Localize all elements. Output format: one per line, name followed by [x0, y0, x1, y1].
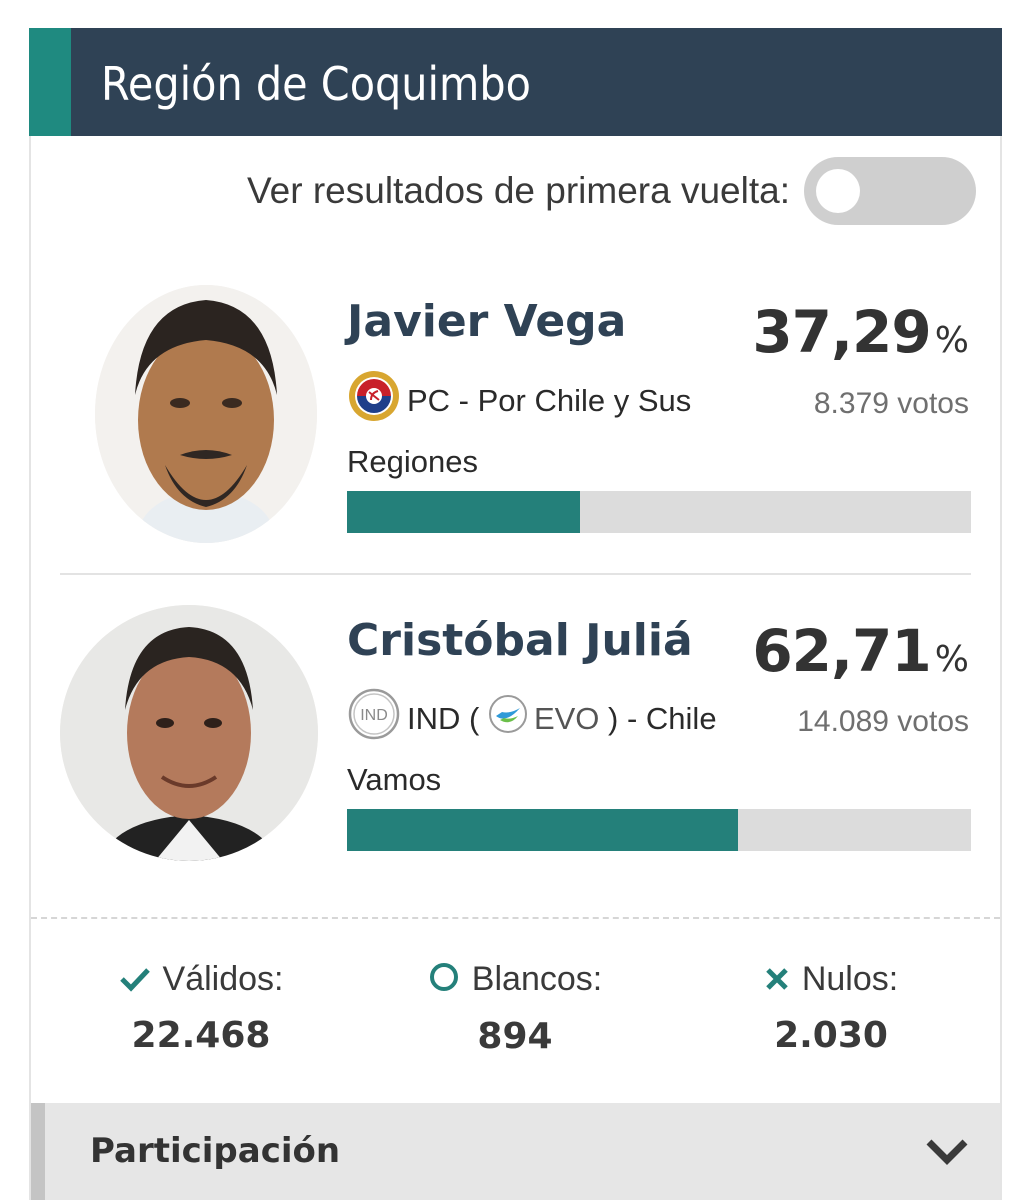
vote-share-fill: [347, 809, 739, 851]
participacion-accordion[interactable]: Participación: [31, 1103, 1000, 1200]
participacion-label: Participación: [90, 1131, 341, 1171]
candidate-name: Javier Vega: [347, 296, 627, 347]
ind-badge-icon: IND: [347, 687, 401, 755]
party-evo-label: EVO: [533, 701, 600, 737]
stat-value: 2.030: [774, 1014, 888, 1056]
header-accent: [29, 28, 71, 136]
chevron-down-icon[interactable]: [924, 1136, 970, 1171]
vote-share-bar: [347, 809, 971, 851]
party-prefix: IND (: [407, 701, 480, 737]
party-suffix: ) - Chile Vamos: [347, 701, 717, 797]
evo-party-icon: [488, 694, 528, 748]
stat-label: Blancos:: [471, 960, 603, 998]
candidate-percent: 37,29%: [752, 298, 969, 366]
pc-party-icon: [347, 369, 401, 437]
first-round-toggle-row: Ver resultados de primera vuelta:: [247, 157, 976, 225]
percent-value: 62,71: [752, 617, 931, 685]
first-round-toggle[interactable]: [804, 157, 976, 225]
candidate-party: PC - Por Chile y Sus Regiones: [347, 369, 747, 486]
candidate-name: Cristóbal Juliá: [347, 615, 693, 666]
first-round-toggle-label: Ver resultados de primera vuelta:: [247, 170, 790, 211]
candidate-votes: 8.379 votos: [813, 387, 969, 420]
region-title: Región de Coquimbo: [101, 57, 532, 111]
candidate-party: IND IND ( EVO ) - Chile Vamos: [347, 687, 747, 804]
vote-share-fill: [347, 491, 580, 533]
candidate-photo-cristobal-julia: [60, 605, 318, 861]
region-header: Región de Coquimbo: [29, 28, 1002, 136]
percent-sign: %: [934, 639, 969, 680]
candidate-divider: [60, 573, 971, 575]
stat-validos: Válidos: 22.468: [71, 960, 331, 1056]
stat-label: Válidos:: [162, 960, 284, 998]
percent-sign: %: [934, 320, 969, 361]
candidate-percent: 62,71%: [752, 617, 969, 685]
svg-text:IND: IND: [360, 707, 388, 724]
stat-value: 22.468: [131, 1014, 271, 1056]
check-icon: [119, 962, 151, 1001]
stat-value: 894: [477, 1015, 553, 1057]
stat-label: Nulos:: [801, 960, 899, 998]
stat-blancos: Blancos: 894: [385, 960, 645, 1057]
toggle-knob: [816, 169, 860, 213]
stats-divider: [31, 917, 1000, 919]
circle-icon: [428, 961, 460, 1002]
stat-nulos: Nulos: 2.030: [701, 960, 961, 1056]
percent-value: 37,29: [752, 298, 931, 366]
vote-share-bar: [347, 491, 971, 533]
candidate-photo-javier-vega: [95, 285, 317, 543]
candidate-votes: 14.089 votos: [797, 705, 969, 738]
x-icon: [764, 962, 790, 1001]
